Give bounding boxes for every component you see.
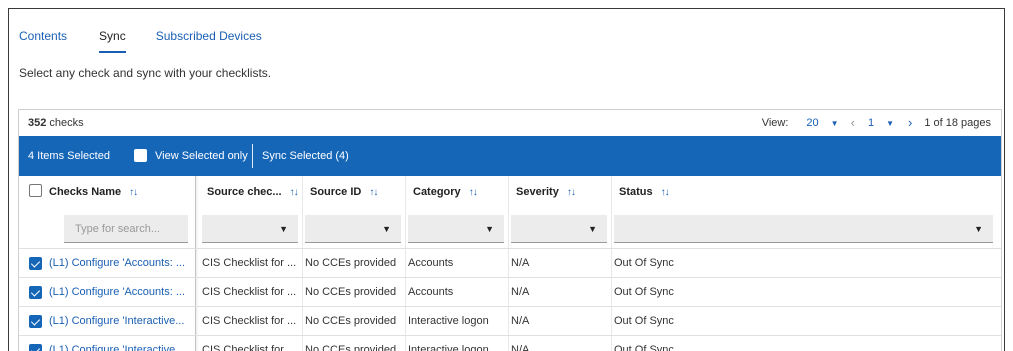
view-label: View: [761,117,789,129]
col-source-checklist-label: Source chec... [207,186,282,198]
action-divider [252,144,253,168]
source-checklist-cell: CIS Checklist for ... [202,257,297,269]
severity-filter[interactable]: ▼ [511,215,607,243]
chevron-down-icon: ▼ [382,224,391,234]
page-dropdown-icon[interactable]: ▼ [886,119,894,128]
items-selected-text: 4 Items Selected [28,150,110,162]
status-cell: Out Of Sync [614,286,674,298]
col-source-id-label: Source ID [310,186,362,198]
page-size-value[interactable]: 20 [806,117,818,129]
page-description: Select any check and sync with your chec… [19,66,272,80]
sort-icon[interactable]: ↑↓ [567,187,576,198]
row-checkbox[interactable] [29,315,42,328]
chevron-down-icon: ▼ [279,224,288,234]
col-status[interactable]: Status ↑↓ [611,176,670,208]
chevron-down-icon: ▼ [974,224,983,234]
pagination: View: 20 ▼ ‹ 1 ▼ › 1 of 18 pages [762,116,991,130]
col-source-checklist[interactable]: Source chec... ↑↓ [199,176,299,208]
severity-cell: N/A [511,286,530,298]
table-row[interactable]: (L1) Configure 'Interactive... CIS Check… [19,335,1001,351]
severity-cell: N/A [511,315,530,327]
status-filter[interactable]: ▼ [614,215,993,243]
col-category[interactable]: Category ↑↓ [405,176,478,208]
page-size-dropdown-icon[interactable]: ▼ [831,119,839,128]
col-category-label: Category [413,186,461,198]
tab-sync[interactable]: Sync [99,29,126,53]
check-name-link[interactable]: (L1) Configure 'Accounts: ... [49,278,195,306]
category-cell: Accounts [408,257,454,269]
table-header: Checks Name ↑↓ Source chec... ↑↓ Source ID… [19,176,1001,208]
row-checkbox[interactable] [29,286,42,299]
status-cell: Out Of Sync [614,315,674,327]
current-page-value[interactable]: 1 [868,117,874,129]
count-bar: 352 checks View: 20 ▼ ‹ 1 ▼ › 1 of 18 pa… [19,110,1001,136]
col-checks-name-label: Checks Name [49,186,122,198]
checks-count-suffix: checks [46,117,84,129]
checks-count-number: 352 [28,117,47,129]
col-severity[interactable]: Severity ↑↓ [508,176,576,208]
source-id-cell: No CCEs provided [305,286,397,298]
chevron-right-icon[interactable]: › [908,116,912,130]
sort-icon[interactable]: ↑↓ [469,187,478,198]
category-cell: Accounts [408,286,454,298]
tab-bar: Contents Sync Subscribed Devices [19,29,294,55]
selection-action-bar: 4 Items Selected View Selected only Sync… [19,136,1001,176]
check-name-link[interactable]: (L1) Configure 'Interactive... [49,307,195,335]
source-id-filter[interactable]: ▼ [305,215,401,243]
severity-cell: N/A [511,257,530,269]
severity-cell: N/A [511,344,530,351]
sync-selected-button[interactable]: Sync Selected (4) [262,150,349,162]
status-cell: Out Of Sync [614,344,674,351]
source-id-cell: No CCEs provided [305,257,397,269]
source-checklist-cell: CIS Checklist for ... [202,315,297,327]
view-selected-only-checkbox[interactable] [134,149,147,162]
checks-count: 352 checks [28,117,84,129]
source-checklist-filter[interactable]: ▼ [202,215,298,243]
chevron-down-icon: ▼ [588,224,597,234]
col-source-id[interactable]: Source ID ↑↓ [302,176,378,208]
app-frame: Contents Sync Subscribed Devices Select … [8,8,1005,351]
filter-row: Type for search... ▼ ▼ ▼ ▼ ▼ [19,208,1001,248]
checks-name-search-input[interactable]: Type for search... [64,215,188,243]
category-cell: Interactive logon [408,344,489,351]
source-id-cell: No CCEs provided [305,315,397,327]
tab-subscribed-devices[interactable]: Subscribed Devices [156,29,262,47]
category-filter[interactable]: ▼ [408,215,504,243]
page-count-text: 1 of 18 pages [924,117,991,129]
sort-icon[interactable]: ↑↓ [129,187,138,198]
source-id-cell: No CCEs provided [305,344,397,351]
row-checkbox[interactable] [29,344,42,351]
chevron-down-icon: ▼ [485,224,494,234]
sort-icon[interactable]: ↑↓ [369,187,378,198]
row-checkbox[interactable] [29,257,42,270]
col-severity-label: Severity [516,186,559,198]
source-checklist-cell: CIS Checklist for ... [202,344,297,351]
table-row[interactable]: (L1) Configure 'Accounts: ... CIS Checkl… [19,277,1001,306]
sort-icon[interactable]: ↑↓ [290,187,299,198]
table-row[interactable]: (L1) Configure 'Accounts: ... CIS Checkl… [19,248,1001,277]
tab-contents[interactable]: Contents [19,29,67,47]
category-cell: Interactive logon [408,315,489,327]
checks-table: Checks Name ↑↓ Source chec... ↑↓ Source ID… [19,176,1001,351]
source-checklist-cell: CIS Checklist for ... [202,286,297,298]
view-selected-only-label[interactable]: View Selected only [155,150,248,162]
checks-panel: 352 checks View: 20 ▼ ‹ 1 ▼ › 1 of 18 pa… [18,109,1002,351]
chevron-left-icon[interactable]: ‹ [851,116,855,130]
col-status-label: Status [619,186,653,198]
sort-icon[interactable]: ↑↓ [661,187,670,198]
check-name-link[interactable]: (L1) Configure 'Interactive... [49,336,195,351]
col-checks-name[interactable]: Checks Name ↑↓ [41,176,138,208]
status-cell: Out Of Sync [614,257,674,269]
table-row[interactable]: (L1) Configure 'Interactive... CIS Check… [19,306,1001,335]
check-name-link[interactable]: (L1) Configure 'Accounts: ... [49,249,195,277]
